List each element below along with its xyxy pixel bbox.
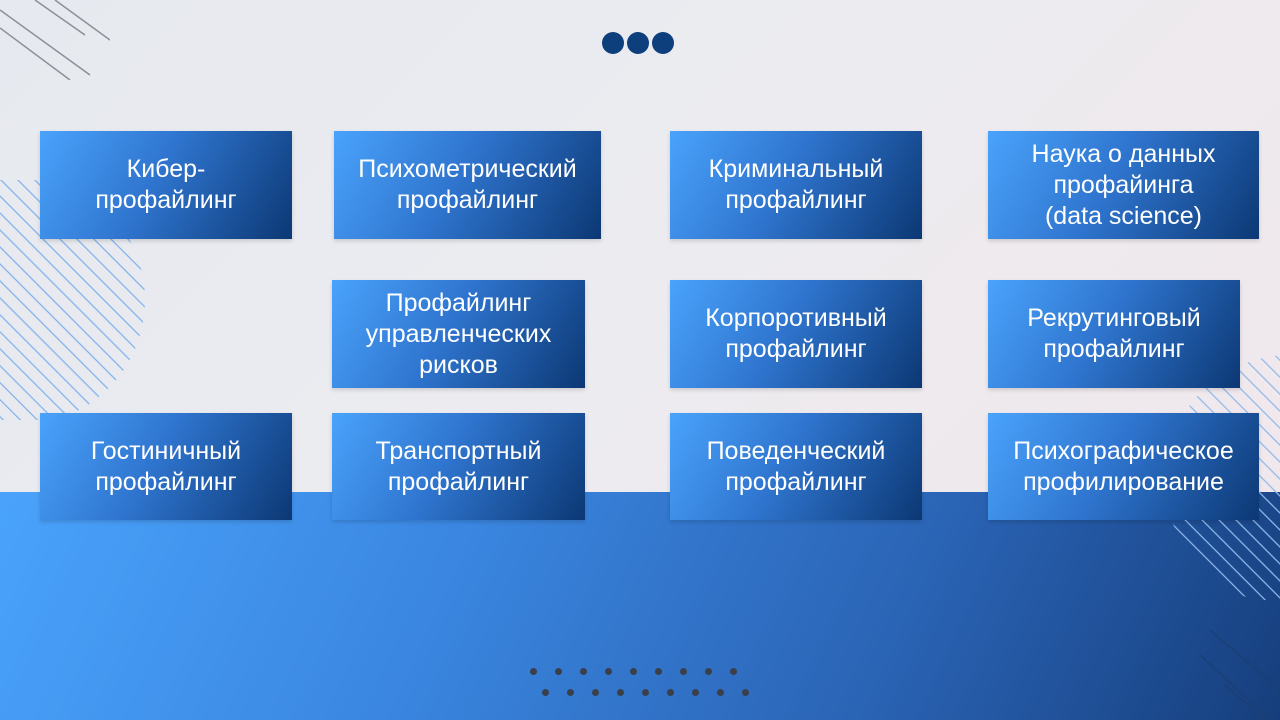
card-recruiting-profiling: Рекрутинговый профайлинг: [988, 280, 1240, 388]
grid-dot: [705, 668, 712, 675]
card-hotel-profiling: Гостиничный профайлинг: [40, 413, 292, 520]
card-label: Корпоротивный профайлинг: [705, 304, 887, 363]
card-corporate-profiling: Корпоротивный профайлинг: [670, 280, 922, 388]
grid-dot: [667, 689, 674, 696]
grid-dot: [680, 668, 687, 675]
ornament-dot: [652, 32, 674, 54]
ornament-dot: [602, 32, 624, 54]
grid-dot: [605, 668, 612, 675]
grid-dot: [730, 668, 737, 675]
card-label: Психографическое профилирование: [1013, 436, 1234, 496]
card-cyber-profiling: Кибер- профайлинг: [40, 131, 292, 239]
grid-dot: [717, 689, 724, 696]
grid-dot: [617, 689, 624, 696]
grid-dot: [630, 668, 637, 675]
card-behavioral-profiling: Поведенческий профайлинг: [670, 413, 922, 520]
bottom-dot-grid-ornament: [530, 668, 749, 710]
card-transport-profiling: Транспортный профайлинг: [332, 413, 585, 520]
card-label: Кибер- профайлинг: [95, 155, 237, 214]
grid-dot: [692, 689, 699, 696]
card-data-science-profiling: Наука о данных профайинга (data science): [988, 131, 1259, 239]
grid-dot: [580, 668, 587, 675]
card-label: Наука о данных профайинга (data science): [1031, 139, 1216, 230]
card-psychographic-profiling: Психографическое профилирование: [988, 413, 1259, 520]
grid-dot: [555, 668, 562, 675]
card-criminal-profiling: Криминальный профайлинг: [670, 131, 922, 239]
grid-dot: [567, 689, 574, 696]
ornament-dot: [627, 32, 649, 54]
grid-dot: [642, 689, 649, 696]
grid-dot: [592, 689, 599, 696]
grid-dot: [530, 668, 537, 675]
card-psychometric-profiling: Психометрический профайлинг: [334, 131, 601, 239]
bottom-right-lines-decoration: [1199, 630, 1280, 720]
card-label: Поведенческий профайлинг: [706, 436, 886, 496]
dot-row: [530, 668, 749, 675]
card-label: Транспортный профайлинг: [375, 436, 542, 496]
card-label: Психометрический профайлинг: [358, 155, 577, 214]
grid-dot: [542, 689, 549, 696]
grid-dot: [742, 689, 749, 696]
card-label: Гостиничный профайлинг: [90, 436, 242, 496]
grid-dot: [655, 668, 662, 675]
card-label: Профайлинг управленческих рисков: [365, 288, 552, 379]
card-management-risk-profiling: Профайлинг управленческих рисков: [332, 280, 585, 388]
top-dots-ornament: [602, 32, 674, 54]
dot-row: [542, 689, 749, 696]
top-left-lines-decoration: [0, 0, 110, 80]
card-label: Рекрутинговый профайлинг: [1027, 304, 1201, 363]
card-label: Криминальный профайлинг: [708, 155, 884, 214]
